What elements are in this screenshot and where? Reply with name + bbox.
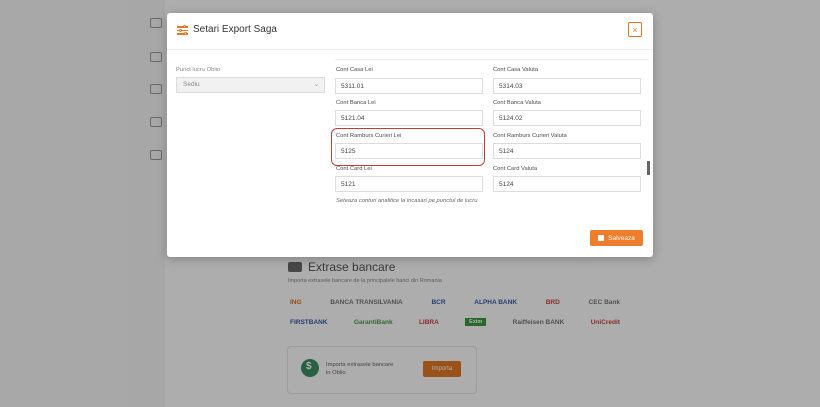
punct-lucru-select[interactable]: Sediu ⌄ xyxy=(176,77,325,93)
cont-casa-valuta-input[interactable] xyxy=(493,78,641,94)
scrollbar[interactable] xyxy=(645,49,651,249)
sliders-icon xyxy=(177,25,188,35)
floppy-disk-icon xyxy=(598,235,605,241)
cont-banca-lei-input[interactable] xyxy=(335,110,483,126)
analytic-accounts-note: Seteaza conturi analitice la incasari pe… xyxy=(336,198,478,204)
divider xyxy=(335,59,649,60)
highlight-annotation xyxy=(331,128,485,166)
save-button-label: Salveaza xyxy=(608,234,635,242)
cont-banca-lei-label: Cont Banca Lei xyxy=(336,100,376,106)
cont-banca-valuta-input[interactable] xyxy=(493,110,641,126)
modal-header: Setari Export Saga × xyxy=(167,13,653,50)
chevron-down-icon: ⌄ xyxy=(313,82,319,88)
cont-card-lei-input[interactable] xyxy=(335,176,483,192)
cont-casa-lei-input[interactable] xyxy=(335,78,483,94)
cont-ramburs-valuta-label: Cont Ramburs Curieri Valuta xyxy=(493,133,567,139)
modal-title: Setari Export Saga xyxy=(193,24,277,35)
punct-lucru-selected: Sediu xyxy=(183,81,200,88)
save-button[interactable]: Salveaza xyxy=(590,230,643,246)
close-button[interactable]: × xyxy=(628,22,642,37)
cont-banca-valuta-label: Cont Banca Valuta xyxy=(493,100,541,106)
cont-card-valuta-label: Cont Card Valuta xyxy=(493,166,538,172)
cont-casa-lei-label: Cont Casa Lei xyxy=(336,67,373,73)
punct-lucru-label: Punct lucru Oblio xyxy=(176,67,221,73)
cont-card-valuta-input[interactable] xyxy=(493,176,641,192)
cont-casa-valuta-label: Cont Casa Valuta xyxy=(493,67,539,73)
cont-card-lei-label: Cont Card Lei xyxy=(336,166,372,172)
cont-ramburs-valuta-input[interactable] xyxy=(493,143,641,159)
